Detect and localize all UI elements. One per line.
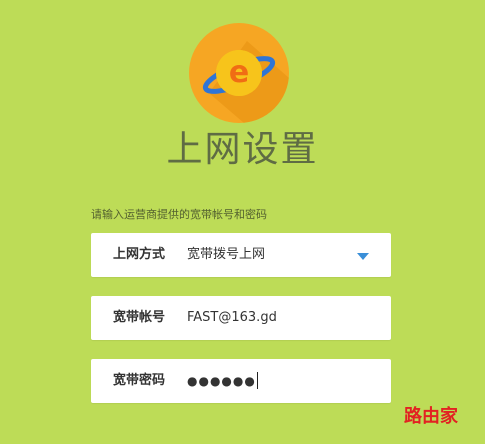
planet-e-icon: e: [189, 23, 289, 123]
account-field[interactable]: 宽带帐号 FAST@163.gd: [91, 296, 391, 340]
connection-type-select[interactable]: 上网方式 宽带拨号上网: [91, 233, 391, 277]
account-label: 宽带帐号: [113, 310, 166, 325]
connection-type-label: 上网方式: [113, 247, 166, 262]
password-field[interactable]: 宽带密码 ●●●●●●: [91, 359, 391, 403]
triangle-down-icon[interactable]: [357, 253, 369, 260]
password-input[interactable]: ●●●●●●: [187, 374, 256, 388]
connection-type-value[interactable]: 宽带拨号上网: [187, 233, 265, 277]
watermark-logo: 路由家: [404, 406, 458, 427]
svg-text:e: e: [229, 55, 249, 90]
password-input-wrap[interactable]: ●●●●●●: [187, 359, 258, 404]
instruction-text: 请输入运营商提供的宽带帐号和密码: [91, 208, 267, 221]
text-cursor: [256, 372, 258, 389]
page-title: 上网设置: [166, 129, 319, 170]
account-input[interactable]: FAST@163.gd: [187, 296, 277, 340]
password-label: 宽带密码: [113, 373, 166, 388]
